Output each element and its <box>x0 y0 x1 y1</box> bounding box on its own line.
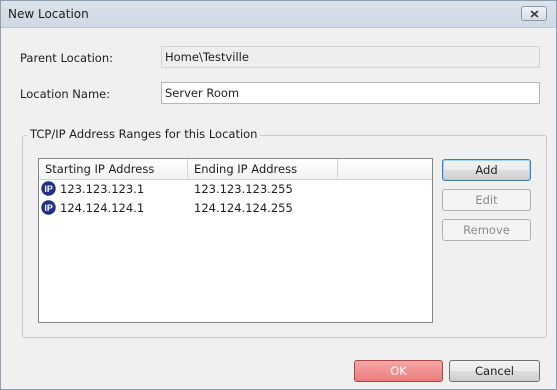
list-item[interactable]: IP 123.123.123.1 123.123.123.255 <box>39 179 432 199</box>
ip-icon: IP <box>41 181 56 196</box>
location-name-input[interactable]: Server Room <box>161 82 540 104</box>
window-title: New Location <box>8 7 89 21</box>
cancel-button[interactable]: Cancel <box>449 360 540 382</box>
location-name-label: Location Name: <box>20 87 111 101</box>
new-location-dialog: New Location Parent Location: Home\Testv… <box>0 0 557 390</box>
ok-button[interactable]: OK <box>354 360 443 382</box>
column-header-starting-ip[interactable]: Starting IP Address <box>39 159 188 179</box>
list-item[interactable]: IP 124.124.124.1 124.124.124.255 <box>39 198 432 218</box>
end-ip-cell: 124.124.124.255 <box>194 201 293 215</box>
add-button[interactable]: Add <box>442 159 531 181</box>
parent-location-label: Parent Location: <box>20 51 113 65</box>
start-ip-cell: 124.124.124.1 <box>60 201 145 215</box>
parent-location-field: Home\Testville <box>161 46 540 68</box>
close-icon <box>530 10 539 18</box>
ip-range-list[interactable]: Starting IP Address Ending IP Address IP… <box>38 158 433 323</box>
svg-text:IP: IP <box>44 184 53 194</box>
ip-icon: IP <box>41 200 56 215</box>
svg-text:IP: IP <box>44 203 53 213</box>
edit-button[interactable]: Edit <box>442 189 531 211</box>
list-header: Starting IP Address Ending IP Address <box>39 159 432 180</box>
column-header-extra[interactable] <box>338 159 432 179</box>
close-button[interactable] <box>521 6 547 21</box>
end-ip-cell: 123.123.123.255 <box>194 182 293 196</box>
start-ip-cell: 123.123.123.1 <box>60 182 145 196</box>
title-bar[interactable]: New Location <box>1 1 556 28</box>
column-header-ending-ip[interactable]: Ending IP Address <box>188 159 338 179</box>
ip-ranges-group-title: TCP/IP Address Ranges for this Location <box>27 127 261 141</box>
remove-button[interactable]: Remove <box>442 219 531 241</box>
